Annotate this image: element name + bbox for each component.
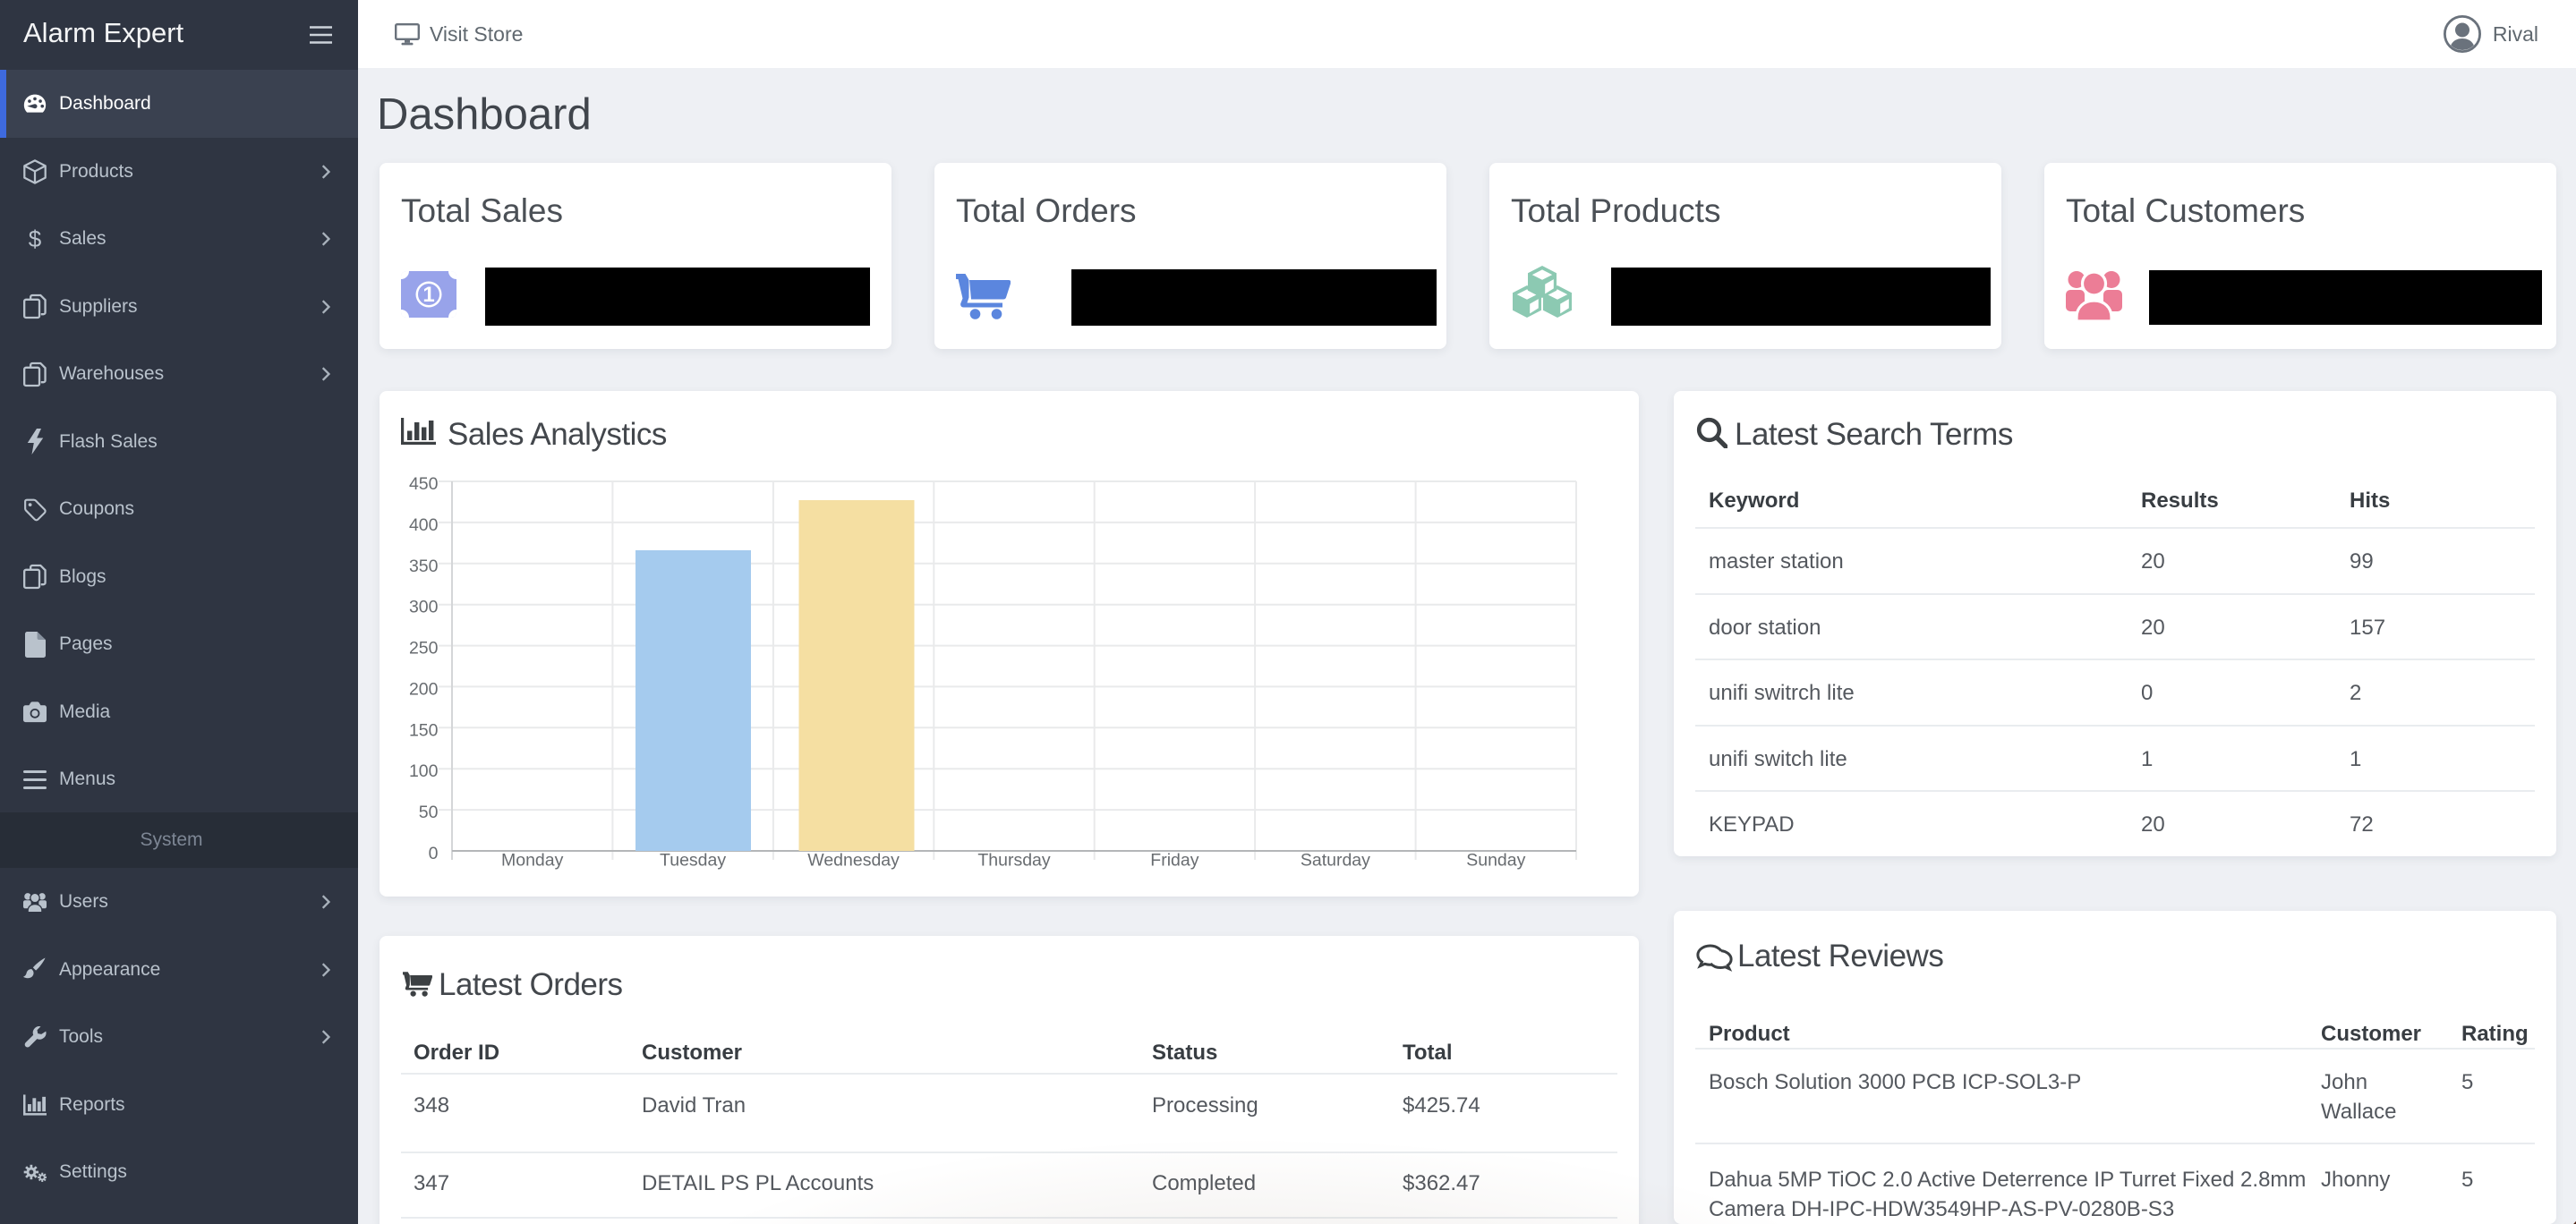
svg-text:Tuesday: Tuesday bbox=[660, 851, 726, 871]
svg-text:0: 0 bbox=[429, 844, 439, 863]
svg-text:Friday: Friday bbox=[1150, 851, 1198, 871]
svg-text:450: 450 bbox=[409, 474, 439, 494]
svg-text:Thursday: Thursday bbox=[977, 851, 1051, 871]
svg-text:Saturday: Saturday bbox=[1301, 851, 1370, 871]
svg-text:250: 250 bbox=[409, 639, 439, 659]
svg-text:150: 150 bbox=[409, 720, 439, 740]
svg-text:200: 200 bbox=[409, 679, 439, 699]
svg-text:Sunday: Sunday bbox=[1466, 851, 1525, 871]
svg-text:100: 100 bbox=[409, 761, 439, 781]
svg-text:50: 50 bbox=[419, 803, 439, 822]
svg-text:Monday: Monday bbox=[501, 851, 564, 871]
svg-text:400: 400 bbox=[409, 515, 439, 535]
svg-text:350: 350 bbox=[409, 557, 439, 576]
svg-text:1: 1 bbox=[422, 283, 434, 307]
svg-text:300: 300 bbox=[409, 598, 439, 617]
svg-text:Wednesday: Wednesday bbox=[807, 851, 900, 871]
